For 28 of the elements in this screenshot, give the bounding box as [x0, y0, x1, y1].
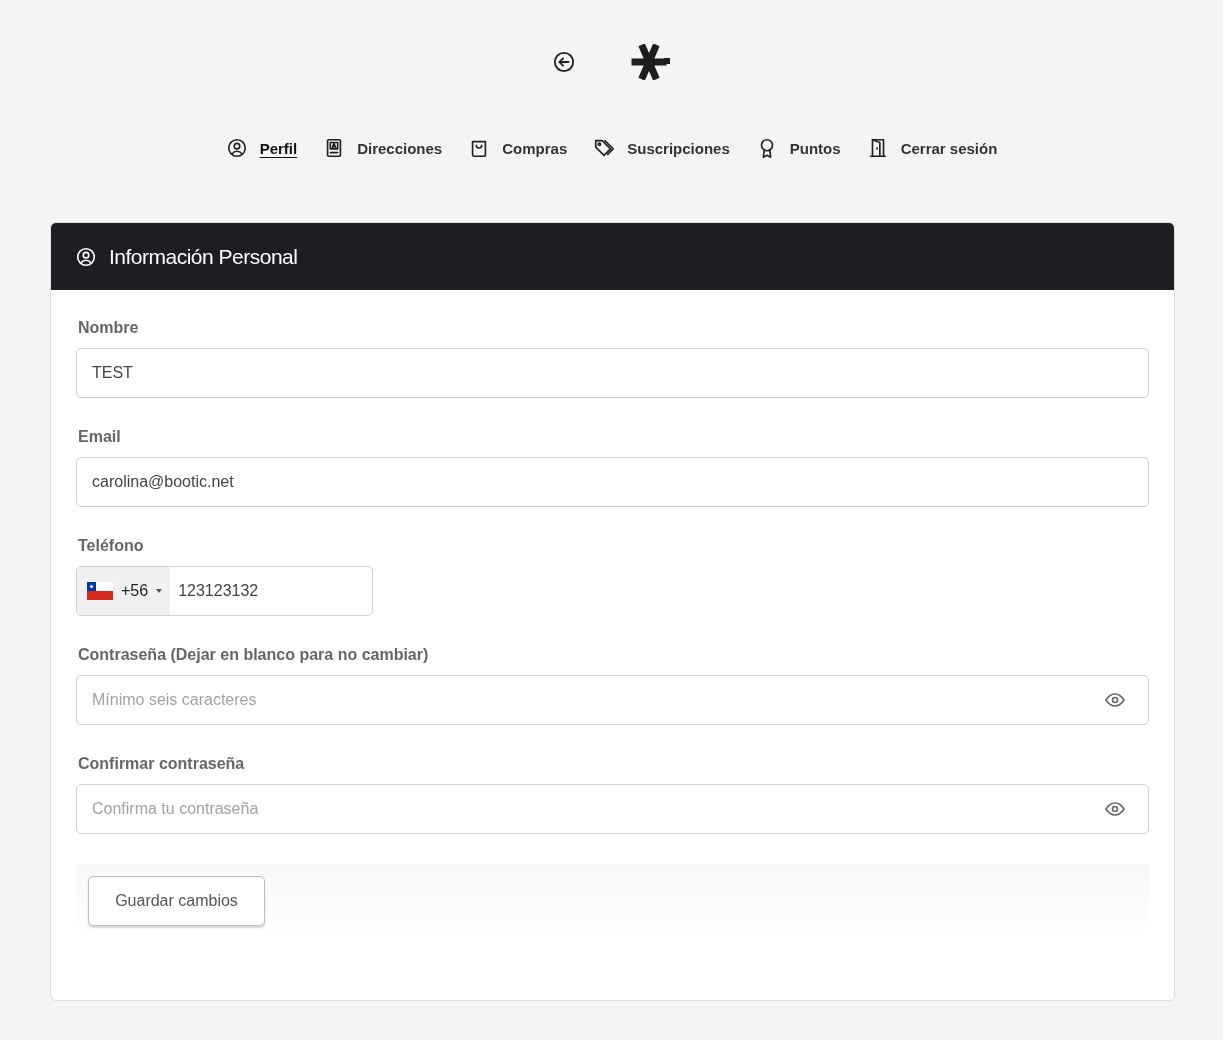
logo-icon [630, 44, 671, 80]
nav-link[interactable]: Direcciones [323, 136, 443, 160]
nav-link[interactable]: Cerrar sesión [866, 136, 998, 160]
nav-link[interactable]: Compras [468, 136, 568, 160]
person-circle-icon [75, 245, 97, 268]
nav-link[interactable]: Perfil [225, 136, 298, 160]
nav-link[interactable]: Suscripciones [593, 136, 730, 160]
input-field[interactable]: TEST [76, 348, 1149, 398]
field-label: Email [78, 428, 122, 446]
field-label: Nombre [78, 319, 140, 337]
field-label: Teléfono [78, 537, 145, 555]
password-field[interactable]: Mínimo seis caracteres [76, 675, 1149, 725]
flag-icon [87, 582, 113, 600]
field-label: Contraseña (Dejar en blanco para no cambiar) [78, 646, 430, 664]
save-button[interactable]: Guardar cambios [88, 876, 265, 926]
card-title: Información Personal [109, 244, 298, 269]
show-password-button[interactable] [1105, 693, 1125, 707]
password-field[interactable]: Confirma tu contraseña [76, 784, 1149, 834]
country-code-select[interactable]: +56 [77, 567, 171, 615]
nav-link[interactable]: Puntos [755, 136, 841, 160]
caret-icon [156, 589, 163, 593]
person-circle-icon [225, 137, 248, 159]
input-field[interactable]: carolina@bootic.net [76, 457, 1149, 507]
field-label: Confirmar contraseña [78, 755, 246, 773]
phone-field[interactable]: +56 123123132 [76, 566, 373, 616]
show-password-button[interactable] [1105, 802, 1125, 816]
back-button[interactable] [552, 51, 575, 73]
tags-icon [593, 137, 616, 159]
